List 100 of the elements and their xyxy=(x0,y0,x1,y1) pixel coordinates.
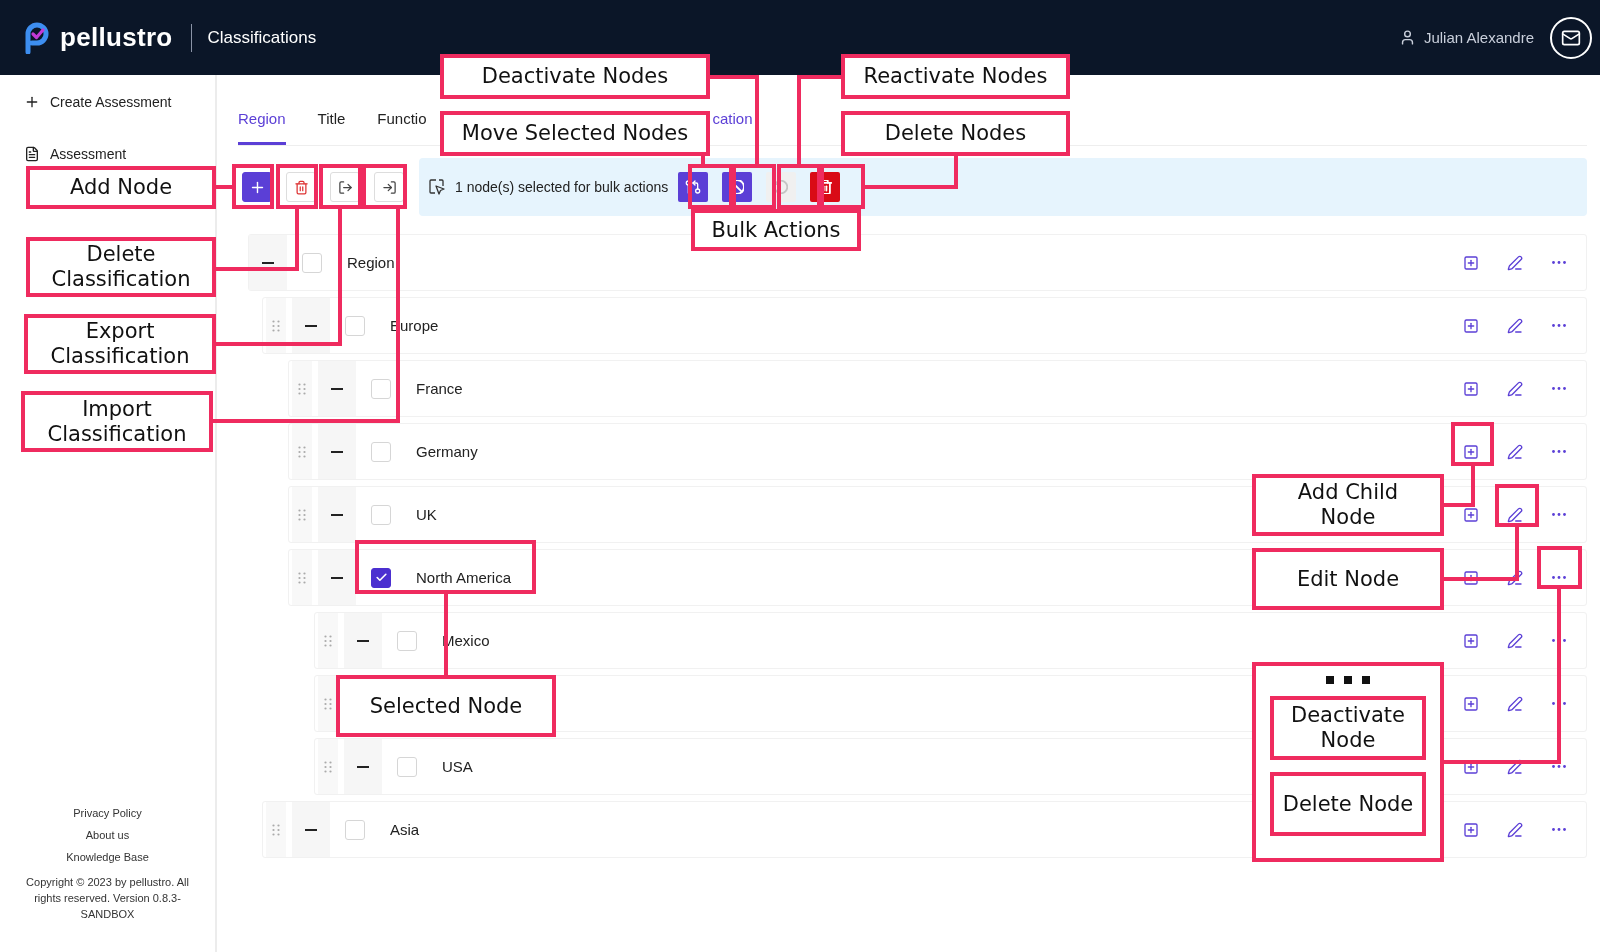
more-icon xyxy=(1552,765,1566,768)
highlight-frame xyxy=(820,164,865,209)
document-icon xyxy=(24,146,40,162)
drag-handle[interactable] xyxy=(292,487,312,542)
import-button[interactable] xyxy=(374,172,404,202)
add-square-icon xyxy=(1463,821,1479,838)
drag-handle-icon[interactable] xyxy=(298,382,306,395)
drag-handle-icon[interactable] xyxy=(324,697,332,710)
drag-handle[interactable] xyxy=(292,361,312,416)
footer-link[interactable]: Privacy Policy xyxy=(73,802,142,824)
drag-handle-icon[interactable] xyxy=(272,319,280,332)
node-label: Region xyxy=(347,254,395,271)
highlight-frame xyxy=(232,164,274,209)
node-label: USA xyxy=(442,758,473,775)
callout-label: Delete Nodes xyxy=(841,111,1070,156)
callout-label: Delete Node xyxy=(1270,772,1426,836)
collapse-toggle[interactable] xyxy=(292,298,330,353)
drag-handle[interactable] xyxy=(318,613,338,668)
check-icon xyxy=(374,571,388,584)
callout-label: Add Child Node xyxy=(1252,474,1444,536)
mail-button[interactable] xyxy=(1550,16,1592,59)
highlight-frame xyxy=(732,164,776,209)
add-square-icon xyxy=(1463,254,1479,271)
highlight-frame xyxy=(1495,484,1539,527)
collapse-toggle[interactable] xyxy=(344,739,382,794)
callout-label: Add Node xyxy=(26,166,216,209)
drag-handle[interactable] xyxy=(266,298,286,353)
footer-link[interactable]: About us xyxy=(85,824,130,846)
tab[interactable]: Region xyxy=(238,95,286,145)
highlight-frame xyxy=(362,164,407,209)
leader-line xyxy=(1444,464,1475,507)
more-icon xyxy=(1552,450,1566,453)
callout-label: Export Classification xyxy=(24,314,216,374)
more-icon xyxy=(1552,387,1566,390)
delete-classification-button[interactable] xyxy=(286,172,316,202)
drag-handle[interactable] xyxy=(292,424,312,479)
sidebar-item[interactable]: Assessment xyxy=(0,143,215,165)
drag-handle[interactable] xyxy=(266,802,286,857)
callout-label: Import Classification xyxy=(21,391,213,452)
collapse-toggle[interactable] xyxy=(344,613,382,668)
collapse-toggle[interactable] xyxy=(318,487,356,542)
tab[interactable]: Functio xyxy=(377,110,427,130)
copyright-text: Copyright © 2023 by pellustro. All rights reserved. Version 0.8.3-SANDBOX xyxy=(25,875,190,922)
add-square-icon xyxy=(1463,695,1479,712)
drag-handle-icon[interactable] xyxy=(324,634,332,647)
edit-icon xyxy=(1507,317,1523,334)
selection-cursor-icon xyxy=(429,179,445,195)
highlight-frame xyxy=(688,164,733,209)
edit-icon xyxy=(1507,821,1523,838)
edit-icon xyxy=(1507,443,1523,460)
edit-icon xyxy=(1507,632,1523,649)
collapse-toggle[interactable] xyxy=(318,361,356,416)
user-name[interactable]: Julian Alexandre xyxy=(1423,29,1534,46)
move-arrows-icon xyxy=(685,179,702,195)
sidebar-item[interactable]: Create Assessment xyxy=(0,91,215,113)
highlight-frame xyxy=(1537,546,1582,589)
trash-icon xyxy=(293,179,309,195)
minus-icon xyxy=(331,513,343,516)
drag-handle[interactable] xyxy=(318,676,338,731)
node-label: France xyxy=(416,380,463,397)
collapse-toggle[interactable] xyxy=(318,424,356,479)
tab[interactable]: Title xyxy=(317,110,346,130)
more-icon xyxy=(1552,261,1566,264)
drag-handle-icon[interactable] xyxy=(324,760,332,773)
add-square-icon xyxy=(1463,317,1479,334)
collapse-toggle[interactable] xyxy=(292,802,330,857)
edit-icon xyxy=(1507,506,1523,523)
edit-icon xyxy=(1507,380,1523,397)
add-square-icon xyxy=(1463,506,1479,523)
callout-label: Move Selected Nodes xyxy=(440,111,710,156)
node-checkbox[interactable] xyxy=(371,567,391,588)
drag-handle[interactable] xyxy=(292,550,312,605)
collapse-toggle[interactable] xyxy=(318,550,356,605)
ellipsis-icon xyxy=(1326,676,1370,684)
drag-handle[interactable] xyxy=(318,739,338,794)
logo-icon xyxy=(24,21,50,54)
import-icon xyxy=(381,179,397,195)
footer-link[interactable]: Knowledge Base xyxy=(66,846,149,868)
minus-icon xyxy=(331,387,343,390)
add-node-button[interactable] xyxy=(242,172,272,202)
drag-handle-icon[interactable] xyxy=(272,823,280,836)
drag-handle-icon[interactable] xyxy=(298,571,306,584)
add-square-icon xyxy=(1463,569,1479,586)
node-label: Asia xyxy=(390,821,420,838)
node-label: UK xyxy=(416,506,437,523)
drag-handle-icon[interactable] xyxy=(298,445,306,458)
callout-label: Deactivate Nodes xyxy=(440,54,710,99)
minus-icon xyxy=(262,261,274,264)
more-icon xyxy=(1552,702,1566,705)
collapse-toggle[interactable] xyxy=(249,235,287,290)
callout-label: Bulk Actions xyxy=(691,209,861,251)
export-icon xyxy=(337,179,353,195)
brand-name: pellustro xyxy=(60,22,173,53)
edit-icon xyxy=(1507,254,1523,271)
more-icon xyxy=(1552,828,1566,831)
edit-icon xyxy=(1507,569,1523,586)
tab-link[interactable]: cation xyxy=(712,110,753,130)
export-button[interactable] xyxy=(330,172,360,202)
drag-handle-icon[interactable] xyxy=(298,508,306,521)
callout-label: Edit Node xyxy=(1252,548,1444,610)
